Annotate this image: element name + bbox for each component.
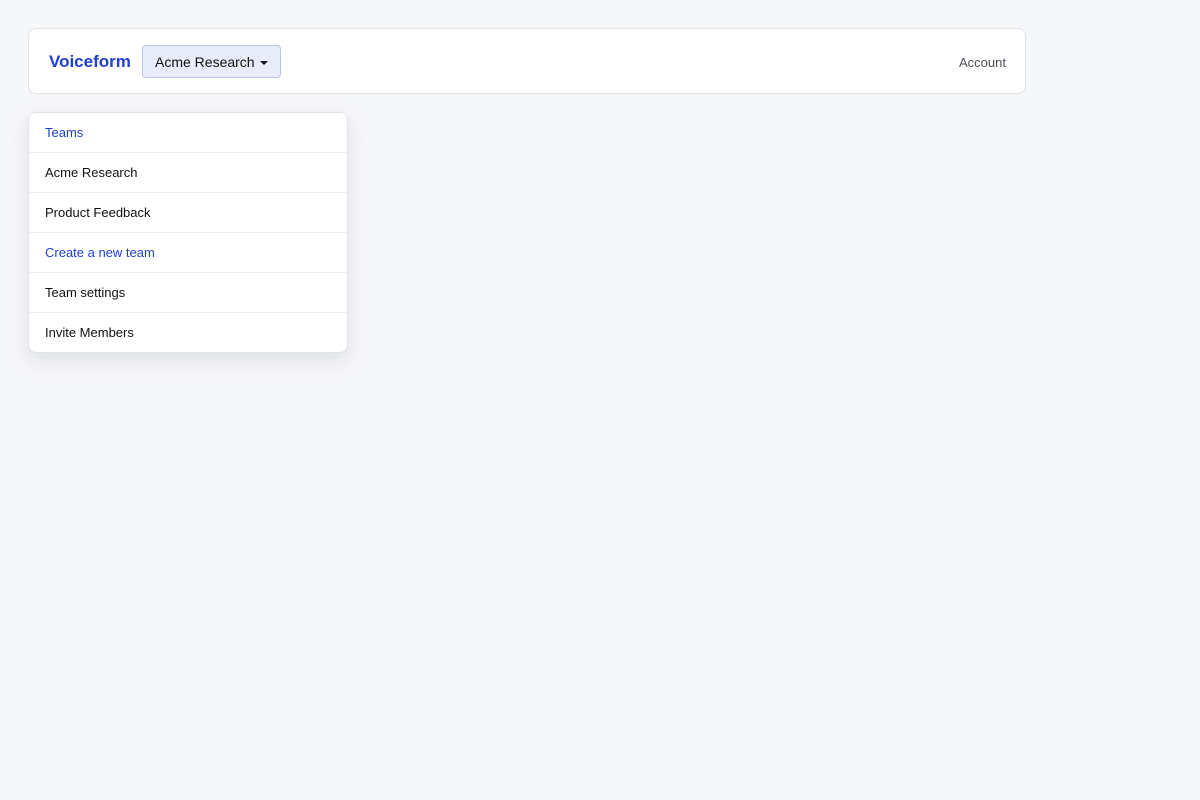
menu-item-acme-research[interactable]: Acme Research — [29, 153, 347, 193]
caret-down-icon — [259, 60, 268, 65]
team-switcher-label: Acme Research — [155, 53, 255, 70]
menu-item-team-settings[interactable]: Team settings — [29, 273, 347, 313]
team-switcher-button[interactable]: Acme Research — [142, 45, 281, 78]
top-navbar: Voiceform Acme Research Account — [28, 28, 1026, 94]
team-dropdown-menu: Teams Acme Research Product Feedback Cre… — [28, 112, 348, 353]
menu-item-teams[interactable]: Teams — [29, 113, 347, 153]
brand-logo[interactable]: Voiceform — [49, 51, 131, 73]
account-link[interactable]: Account — [959, 54, 1006, 72]
menu-item-invite-members[interactable]: Invite Members — [29, 313, 347, 352]
menu-item-product-feedback[interactable]: Product Feedback — [29, 193, 347, 233]
menu-item-create-team[interactable]: Create a new team — [29, 233, 347, 273]
